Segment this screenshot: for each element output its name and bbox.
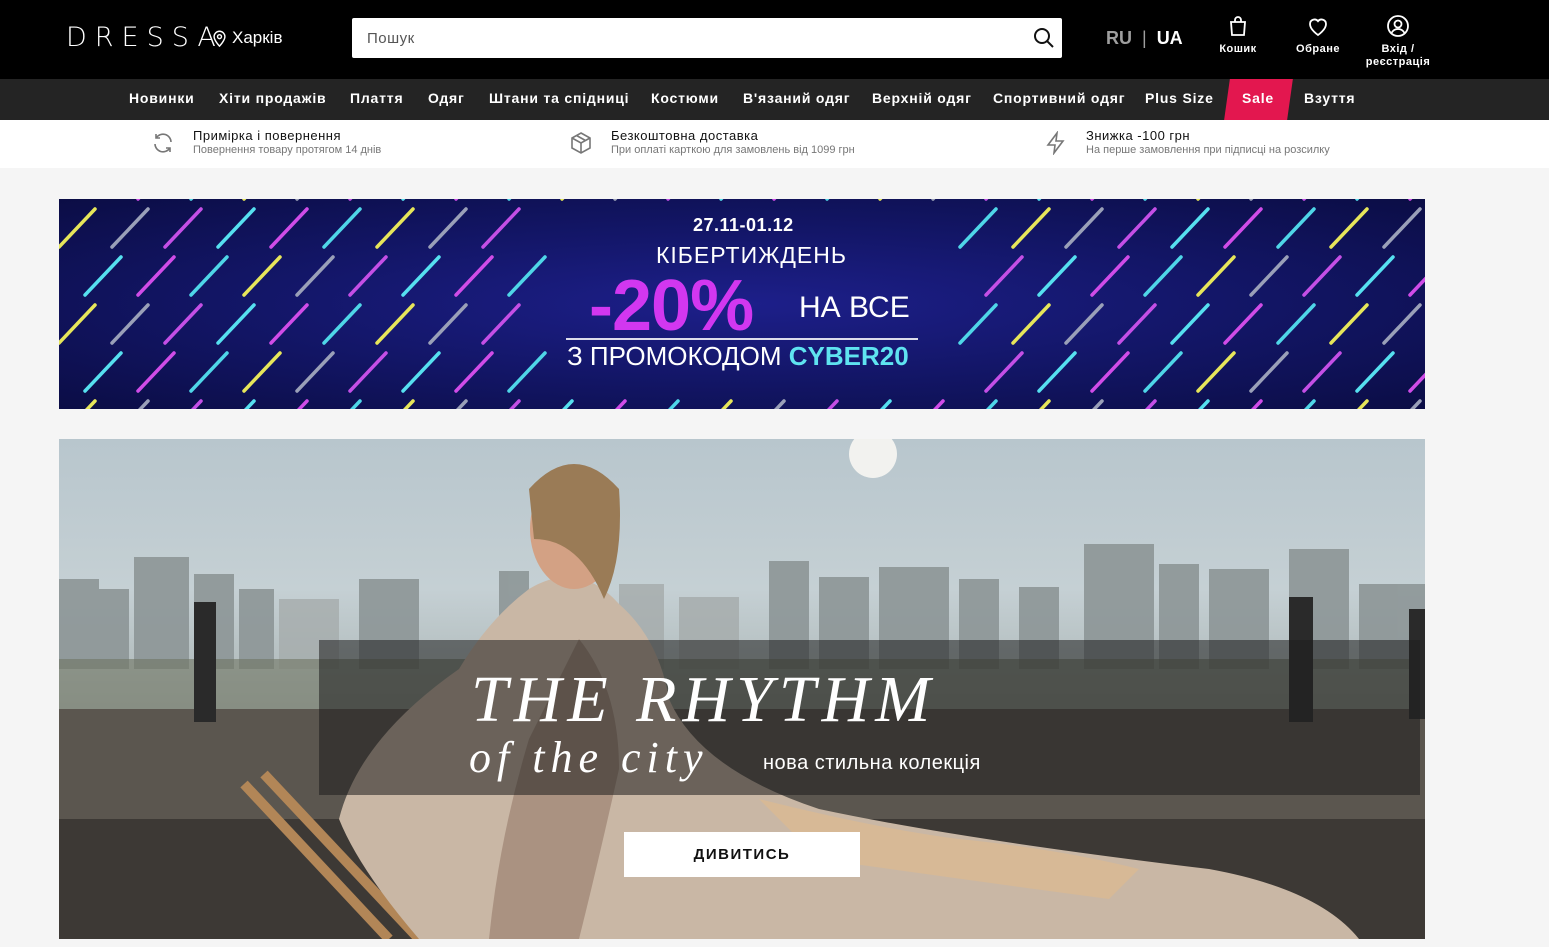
city-label: Харків — [232, 28, 283, 47]
promo-discount-suffix: НА ВСЕ — [799, 291, 910, 324]
promo-dates: 27.11-01.12 — [693, 215, 794, 235]
shopping-bag-icon — [1230, 16, 1246, 36]
search-input[interactable] — [352, 18, 1012, 58]
lang-ua[interactable]: UA — [1157, 28, 1183, 49]
nav-item-plus-size[interactable]: Plus Size — [1145, 79, 1214, 120]
nav-item-sale[interactable]: Sale — [1242, 79, 1274, 117]
benefit-discount-subtitle: На перше замовлення при підписці на розс… — [1086, 144, 1330, 156]
search-bar — [352, 18, 1062, 58]
benefit-delivery-title: Безкоштовна доставка — [611, 128, 759, 143]
box-icon — [571, 131, 591, 154]
nav-item-suits[interactable]: Костюми — [651, 79, 719, 120]
promo-divider — [566, 338, 918, 340]
login-label-line1: Вхід / — [1381, 43, 1415, 55]
promo-discount: -20% — [589, 266, 754, 346]
favorites-button[interactable]: Обране — [1273, 14, 1363, 56]
hero-title: THE RHYTHM — [471, 663, 937, 736]
nav-item-outerwear[interactable]: Верхній одяг — [872, 79, 972, 120]
promo-text-block: 27.11-01.12 КІБЕРТИЖДЕНЬ -20% НА ВСЕ З П… — [59, 199, 1425, 409]
top-header: DRESSA Харків RU | UA Кошик Обране — [0, 0, 1549, 79]
benefit-returns: Примірка і повернення Повернення товару … — [151, 128, 381, 157]
favorites-label: Обране — [1296, 43, 1340, 55]
benefit-discount-title: Знижка -100 грн — [1086, 128, 1191, 143]
view-collection-button[interactable]: ДИВИТИСЬ — [624, 832, 860, 877]
search-button[interactable] — [1032, 26, 1056, 50]
refresh-icon — [154, 132, 172, 153]
user-icon — [1387, 15, 1409, 37]
nav-item-dresses[interactable]: Плаття — [350, 79, 403, 120]
nav-item-clothing[interactable]: Одяг — [428, 79, 465, 120]
nav-item-pants-skirts[interactable]: Штани та спідниці — [489, 79, 629, 120]
nav-item-new[interactable]: Новинки — [129, 79, 195, 120]
cart-label: Кошик — [1219, 43, 1257, 55]
city-selector[interactable]: Харків — [212, 28, 283, 48]
hero-subtitle: of the city — [469, 733, 709, 782]
logo[interactable]: DRESSA — [66, 22, 224, 53]
lang-separator: | — [1142, 28, 1147, 48]
nav-item-sportswear[interactable]: Спортивний одяг — [993, 79, 1125, 120]
cart-button[interactable]: Кошик — [1193, 14, 1283, 56]
nav-item-bestsellers[interactable]: Хіти продажів — [219, 79, 326, 120]
benefit-returns-subtitle: Повернення товару протягом 14 днів — [193, 144, 382, 156]
login-label-line2: реєстрація — [1365, 56, 1431, 68]
lightning-icon — [1046, 130, 1065, 155]
language-switcher: RU | UA — [1106, 28, 1183, 49]
promo-code: CYBER20 — [788, 341, 909, 371]
login-button[interactable]: Вхід / реєстрація — [1353, 14, 1443, 69]
benefit-delivery-subtitle: При оплаті карткою для замовлень від 109… — [611, 144, 855, 156]
location-pin-icon — [213, 30, 226, 47]
nav-item-knitwear[interactable]: В'язаний одяг — [743, 79, 850, 120]
nav-item-shoes[interactable]: Взуття — [1304, 79, 1355, 120]
promo-code-prefix: З ПРОМОКОДОМ — [567, 341, 782, 371]
benefit-delivery: Безкоштовна доставка При оплаті карткою … — [569, 128, 855, 157]
benefit-discount: Знижка -100 грн На перше замовлення при … — [1044, 128, 1330, 157]
promo-code-line: З ПРОМОКОДОМ CYBER20 — [567, 341, 909, 372]
hero-banner[interactable]: THE RHYTHM of the city нова стильна коле… — [59, 439, 1425, 939]
search-icon — [1034, 28, 1054, 48]
main-nav: Новинки Хіти продажів Плаття Одяг Штани … — [0, 79, 1549, 120]
benefit-returns-title: Примірка і повернення — [193, 128, 342, 143]
benefits-bar: Примірка і повернення Повернення товару … — [0, 120, 1549, 168]
heart-icon — [1309, 18, 1327, 37]
lang-ru[interactable]: RU — [1106, 28, 1132, 49]
cyber-week-banner[interactable]: 27.11-01.12 КІБЕРТИЖДЕНЬ -20% НА ВСЕ З П… — [59, 199, 1425, 409]
hero-caption: нова стильна колекція — [763, 752, 981, 774]
